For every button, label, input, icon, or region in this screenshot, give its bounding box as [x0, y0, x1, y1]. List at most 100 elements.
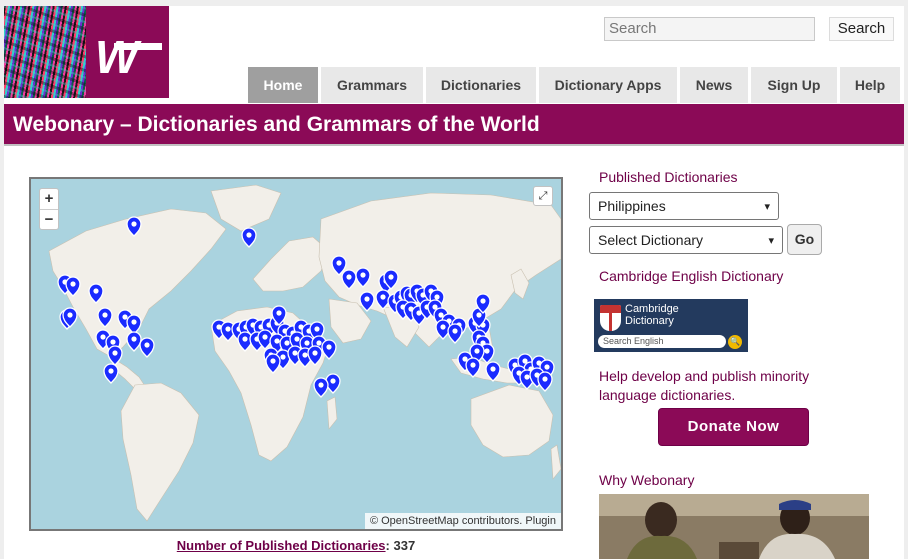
zoom-out-button[interactable]: − — [40, 209, 58, 229]
map-marker-dot — [131, 221, 137, 227]
map-marker-dot — [364, 296, 370, 302]
map-marker-dot — [318, 382, 324, 388]
map-marker-dot — [388, 274, 394, 280]
cambridge-shield-icon — [600, 305, 621, 331]
map-marker-dot — [524, 374, 530, 380]
map-marker-dot — [280, 354, 286, 360]
zoom-control: + − — [39, 188, 59, 230]
map-marker-dot — [100, 334, 106, 340]
map-marker-dot — [302, 352, 308, 358]
map-marker-dot — [346, 274, 352, 280]
tab-dictionaries[interactable]: Dictionaries — [426, 67, 536, 103]
map-marker-dot — [480, 298, 486, 304]
map-marker-dot — [440, 324, 446, 330]
map-marker-dot — [276, 310, 282, 316]
map-marker-dot — [131, 319, 137, 325]
map-marker-dot — [380, 294, 386, 300]
map-attribution[interactable]: © OpenStreetMap contributors. Plugin — [364, 513, 561, 529]
published-count-link[interactable]: Number of Published Dictionaries — [177, 538, 386, 553]
map-marker-dot — [304, 340, 310, 346]
published-count-separator: : — [385, 538, 390, 553]
map-marker-dot — [270, 358, 276, 364]
tab-home[interactable]: Home — [248, 67, 318, 103]
map-marker-dot — [326, 344, 332, 350]
tab-help[interactable]: Help — [840, 67, 900, 103]
map-marker-dot — [314, 326, 320, 332]
map-marker-dot — [476, 312, 482, 318]
map-marker-dot — [544, 364, 550, 370]
map-marker-dot — [70, 281, 76, 287]
logo-bar — [114, 43, 162, 50]
page-title: Webonary – Dictionaries and Grammars of … — [13, 113, 540, 136]
title-banner: Webonary – Dictionaries and Grammars of … — [4, 104, 904, 146]
map-marker-dot — [131, 336, 137, 342]
cambridge-search-input[interactable]: Search English — [598, 335, 726, 348]
tab-grammars[interactable]: Grammars — [321, 67, 423, 103]
dictionary-select[interactable]: Select Dictionary ▾ — [589, 226, 783, 254]
donate-button[interactable]: Donate Now — [658, 408, 809, 446]
tab-dictionary-apps[interactable]: Dictionary Apps — [539, 67, 677, 103]
map-marker-dot — [122, 314, 128, 320]
map-marker-dot — [262, 334, 268, 340]
logo-letter: W — [95, 31, 138, 83]
dictionary-select-value: Select Dictionary — [598, 232, 704, 248]
map-marker-dot — [112, 350, 118, 356]
map-marker-dot — [242, 336, 248, 342]
why-webonary-heading: Why Webonary — [599, 472, 695, 488]
map-marker-dot — [470, 362, 476, 368]
map-marker-dot — [67, 312, 73, 318]
help-text: Help develop and publish minority langua… — [599, 368, 810, 403]
map-marker-dot — [434, 294, 440, 300]
country-select[interactable]: Philippines ▾ — [589, 192, 779, 220]
why-webonary-photo — [599, 494, 869, 559]
map-marker-dot — [336, 260, 342, 266]
published-count: Number of Published Dictionaries: 337 — [4, 538, 588, 553]
published-count-value: 337 — [393, 538, 416, 553]
map-marker-dot — [284, 340, 290, 346]
search-input[interactable]: Search — [604, 17, 815, 41]
main-nav: Home Grammars Dictionaries Dictionary Ap… — [248, 67, 900, 103]
map-marker-dot — [108, 368, 114, 374]
map-marker-dot — [312, 350, 318, 356]
cambridge-search-widget: Cambridge Dictionary Search English 🔍 — [594, 299, 748, 352]
cambridge-name-line1: Cambridge — [625, 303, 679, 315]
map-marker-dot — [93, 288, 99, 294]
map-marker-dot — [474, 348, 480, 354]
map-marker-dot — [452, 328, 458, 334]
zoom-in-button[interactable]: + — [40, 189, 58, 209]
map-marker-dot — [490, 366, 496, 372]
map-marker-dot — [316, 340, 322, 346]
webonary-logo[interactable]: W — [4, 6, 169, 98]
map-marker-dot — [274, 338, 280, 344]
logo-mark: W — [86, 6, 169, 98]
chevron-down-icon: ▾ — [768, 234, 774, 247]
cambridge-name: Cambridge Dictionary — [625, 303, 679, 327]
tab-sign-up[interactable]: Sign Up — [751, 67, 837, 103]
map-marker-dot — [360, 272, 366, 278]
fullscreen-icon[interactable]: ⤢ — [533, 186, 553, 206]
country-select-value: Philippines — [598, 198, 666, 214]
map-marker-dot — [484, 348, 490, 354]
map-marker-dot — [144, 342, 150, 348]
chevron-down-icon: ▾ — [764, 200, 770, 213]
photo-illustration — [599, 494, 869, 559]
map-marker-dot — [246, 232, 252, 238]
map-marker-dot — [102, 312, 108, 318]
cambridge-heading: Cambridge English Dictionary — [599, 268, 784, 284]
page: W Search Search Home Grammars Dictionari… — [4, 6, 904, 559]
map-marker-dot — [225, 326, 231, 332]
search-icon[interactable]: 🔍 — [728, 335, 742, 349]
map-marker-dot — [110, 339, 116, 345]
cambridge-name-line2: Dictionary — [625, 315, 674, 327]
dictionary-map[interactable]: + − ⤢ © OpenStreetMap contributors. Plug… — [29, 177, 563, 531]
logo-artwork — [4, 6, 86, 98]
map-marker-dot — [292, 350, 298, 356]
map-marker-dot — [542, 376, 548, 382]
tab-news[interactable]: News — [680, 67, 748, 103]
map-marker-dot — [294, 336, 300, 342]
world-map[interactable] — [31, 179, 561, 529]
published-dictionaries-heading: Published Dictionaries — [599, 169, 738, 185]
map-marker-dot — [330, 378, 336, 384]
search-button[interactable]: Search — [829, 17, 894, 41]
go-button[interactable]: Go — [787, 224, 822, 255]
